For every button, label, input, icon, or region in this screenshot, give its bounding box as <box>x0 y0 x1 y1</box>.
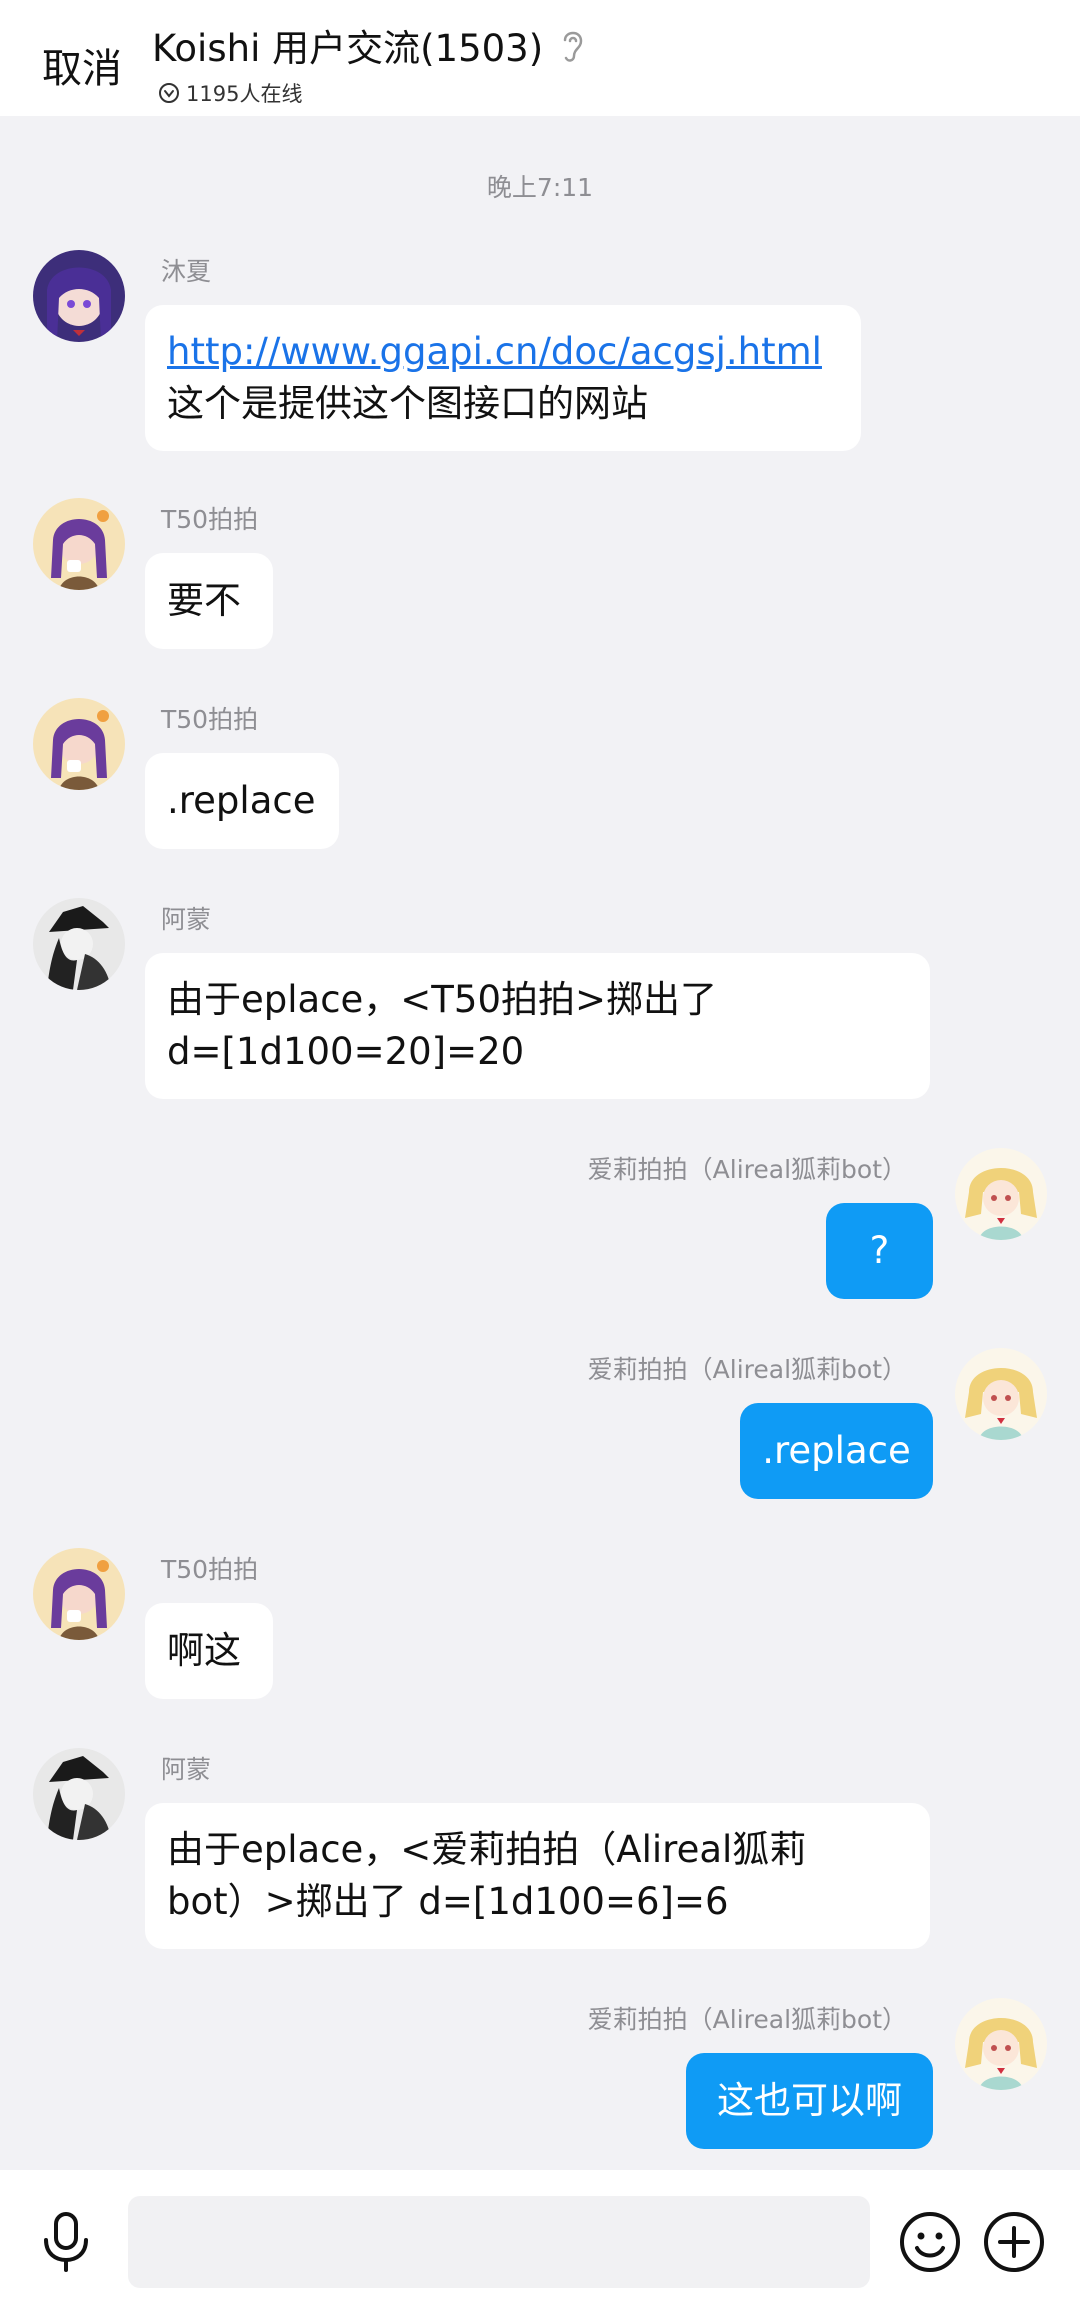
microphone-icon[interactable] <box>38 2210 94 2274</box>
ear-icon[interactable] <box>557 26 587 64</box>
message-link[interactable]: http://www.ggapi.cn/doc/acgsj.html <box>167 326 839 378</box>
message-bubble[interactable]: 要不 <box>145 553 273 649</box>
avatar[interactable] <box>955 1998 1047 2090</box>
message-text: 要不 <box>167 579 241 622</box>
message-bubble[interactable]: 由于eplace，<爱莉拍拍（Alireal狐莉 bot）>掷出了 d=[1d1… <box>145 1803 930 1949</box>
input-bar <box>0 2170 1080 2312</box>
cancel-button[interactable]: 取消 <box>42 36 122 94</box>
message-text-line1: 由于eplace，<T50拍拍>掷出了 <box>167 978 717 1021</box>
message-text: 啊这 <box>167 1629 241 1672</box>
message-text-line2: d=[1d100=20]=20 <box>167 1030 525 1073</box>
message-text: 这也可以啊 <box>717 2079 902 2122</box>
sender-name: 阿蒙 <box>161 1755 212 1784</box>
time-divider: 晚上7:11 <box>486 173 594 202</box>
message-bubble[interactable]: 啊这 <box>145 1603 273 1699</box>
sender-name: T50拍拍 <box>161 705 259 734</box>
message-bubble[interactable]: 由于eplace，<T50拍拍>掷出了 d=[1d100=20]=20 <box>145 953 930 1099</box>
plus-icon[interactable] <box>982 2210 1046 2274</box>
message-text-line2: bot）>掷出了 d=[1d100=6]=6 <box>167 1880 729 1923</box>
avatar[interactable] <box>33 498 125 590</box>
message-input[interactable] <box>128 2196 870 2288</box>
avatar[interactable] <box>955 1148 1047 1240</box>
chat-header: 取消 Koishi 用户交流(1503) 1195人在线 <box>0 0 1080 116</box>
group-title: Koishi 用户交流(1503) <box>152 27 544 70</box>
message-text-line1: 由于eplace，<爱莉拍拍（Alireal狐莉 <box>167 1828 807 1871</box>
message-text: 这个是提供这个图接口的网站 <box>167 382 648 425</box>
online-count: 1195人在线 <box>186 82 303 106</box>
sender-name: T50拍拍 <box>161 505 259 534</box>
avatar[interactable] <box>33 1748 125 1840</box>
sender-name: 爱莉拍拍（Alireal狐莉bot） <box>587 2005 907 2034</box>
avatar[interactable] <box>33 898 125 990</box>
sender-name: 沐夏 <box>161 257 212 286</box>
sender-name: 阿蒙 <box>161 905 212 934</box>
message-bubble[interactable]: .replace <box>740 1403 933 1499</box>
message-bubble[interactable]: ? <box>826 1203 933 1299</box>
sender-name: T50拍拍 <box>161 1555 259 1584</box>
message-bubble[interactable]: http://www.ggapi.cn/doc/acgsj.html 这个是提供… <box>145 305 861 451</box>
message-text: ? <box>869 1229 890 1272</box>
online-status-icon <box>159 83 179 103</box>
sender-name: 爱莉拍拍（Alireal狐莉bot） <box>587 1355 907 1384</box>
message-text: .replace <box>762 1429 911 1472</box>
message-text: .replace <box>167 779 316 822</box>
message-bubble[interactable]: .replace <box>145 753 339 849</box>
group-title-area[interactable]: Koishi 用户交流(1503) 1195人在线 <box>152 18 587 108</box>
avatar[interactable] <box>33 698 125 790</box>
avatar[interactable] <box>33 250 125 342</box>
message-bubble[interactable]: 这也可以啊 <box>686 2053 933 2149</box>
avatar[interactable] <box>33 1548 125 1640</box>
emoji-icon[interactable] <box>898 2210 962 2274</box>
sender-name: 爱莉拍拍（Alireal狐莉bot） <box>587 1155 907 1184</box>
avatar[interactable] <box>955 1348 1047 1440</box>
